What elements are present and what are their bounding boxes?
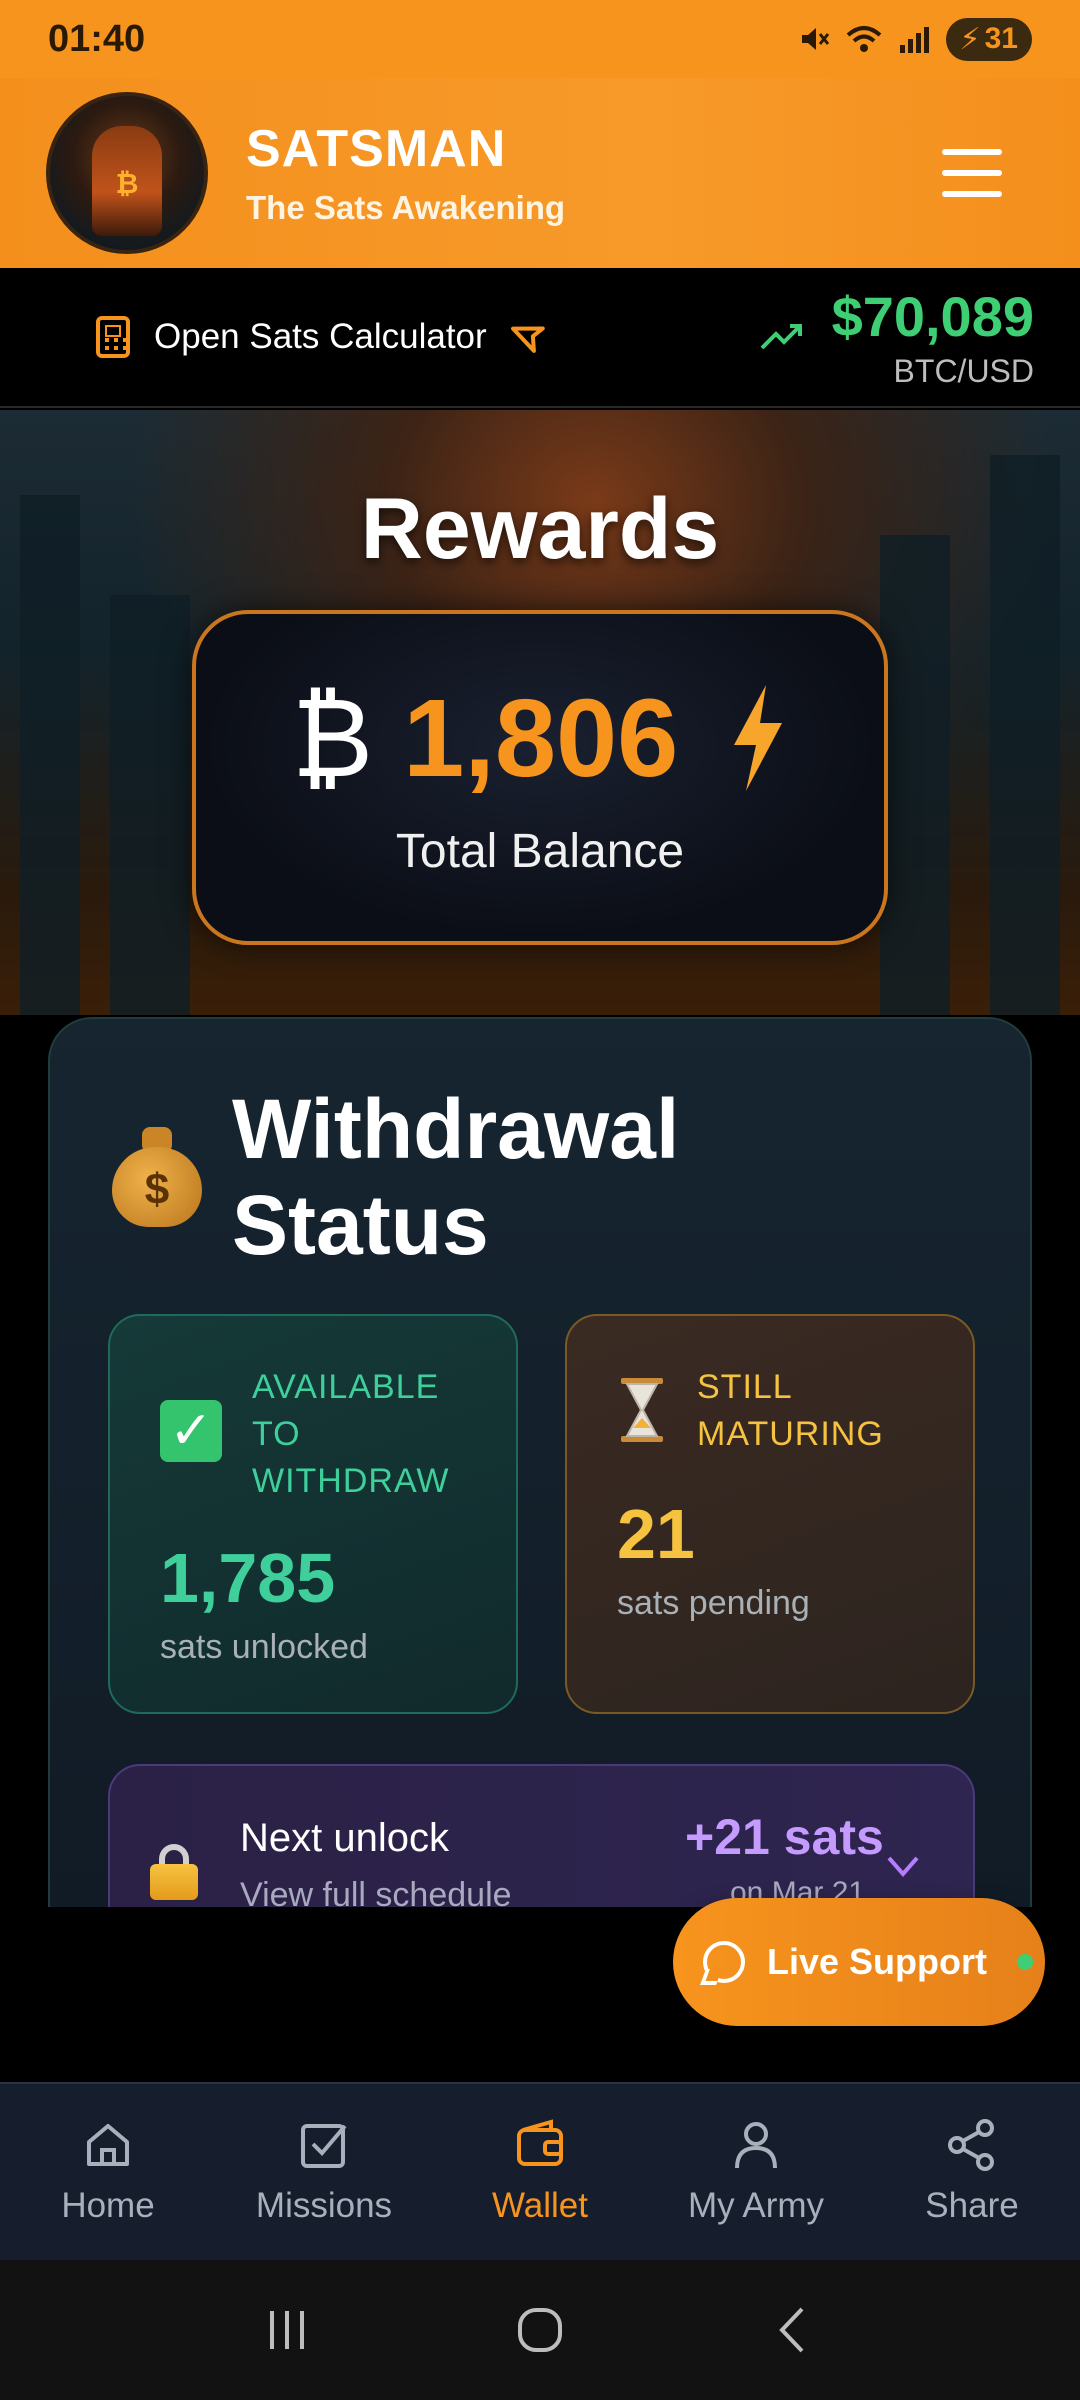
- menu-line: [942, 191, 1002, 197]
- calculator-icon: [96, 316, 130, 358]
- brand: SATSMAN The Sats Awakening: [246, 119, 565, 227]
- nav-share-label: Share: [925, 2186, 1019, 2225]
- app-subtitle: The Sats Awakening: [246, 189, 566, 226]
- nav-home[interactable]: Home: [8, 2118, 208, 2226]
- signal-icon: [899, 27, 929, 53]
- back-button[interactable]: [753, 2300, 833, 2360]
- status-time: 01:40: [48, 17, 146, 60]
- avatar[interactable]: ₿: [46, 92, 208, 254]
- back-chevron-icon: [779, 2307, 804, 2353]
- bitcoin-symbol: ₿: [291, 674, 374, 802]
- view-schedule-link[interactable]: View full schedule: [240, 1876, 512, 1907]
- app-title: SATSMAN: [246, 120, 507, 178]
- bottom-navigation: Home Missions Wallet My Army Share: [0, 2082, 1080, 2260]
- recent-apps-button[interactable]: [247, 2300, 327, 2360]
- total-balance-value: 1,806: [403, 676, 679, 800]
- next-unlock-title: Next unlock: [240, 1816, 449, 1860]
- chat-icon: [703, 1941, 745, 1983]
- money-bag-icon: $: [112, 1127, 202, 1227]
- check-icon: ✓: [160, 1400, 222, 1462]
- battery-charging-icon: ⚡ 31: [945, 17, 1032, 61]
- btc-price-pair: BTC/USD: [893, 353, 1034, 389]
- live-support-button[interactable]: Live Support: [673, 1898, 1045, 2026]
- title-line-2: Status: [232, 1178, 489, 1272]
- mute-icon: [801, 28, 829, 50]
- available-to-withdraw-card[interactable]: ✓ AVAILABLE TO WITHDRAW 1,785 sats unloc…: [108, 1314, 518, 1714]
- live-support-label: Live Support: [767, 1941, 988, 1982]
- system-navigation-bar: [0, 2260, 1080, 2400]
- rewards-title: Rewards: [360, 481, 720, 577]
- next-unlock-amount: +21 sats: [685, 1809, 884, 1865]
- online-status-dot: [1017, 1954, 1034, 1970]
- open-sats-calculator-button[interactable]: Open Sats Calculator: [96, 316, 551, 358]
- menu-line: [942, 149, 1002, 155]
- available-title: AVAILABLE TO WITHDRAW: [252, 1368, 450, 1500]
- withdrawal-status-panel: $ Withdrawal Status ✓ AVAILABLE TO WITHD…: [48, 1017, 1032, 1907]
- hamburger-menu-icon[interactable]: [942, 149, 1002, 197]
- wifi-icon: [846, 26, 881, 52]
- nav-share[interactable]: Share: [872, 2118, 1072, 2226]
- home-system-button[interactable]: [500, 2300, 580, 2360]
- nav-home-label: Home: [61, 2186, 155, 2225]
- btc-price: $70,089 BTC/USD: [760, 284, 1034, 390]
- withdrawal-status-title: Withdrawal Status: [232, 1081, 679, 1273]
- total-balance-card: ₿ 1,806 Total Balance: [192, 610, 888, 945]
- status-bar: 01:40 ⚡ 31: [0, 0, 1080, 78]
- calculator-label: Open Sats Calculator: [154, 317, 487, 356]
- price-bar: Open Sats Calculator $70,089 BTC/USD: [0, 268, 1080, 408]
- nav-my-army[interactable]: My Army: [656, 2118, 856, 2226]
- user-icon: [735, 2122, 777, 2169]
- btc-price-value: $70,089: [831, 285, 1034, 348]
- next-unlock-row[interactable]: Next unlock View full schedule +21 sats …: [108, 1764, 975, 1907]
- trending-up-icon: [760, 324, 802, 350]
- battery-level: 31: [984, 22, 1018, 55]
- share-icon: [948, 2119, 994, 2171]
- maturing-title: STILL MATURING: [697, 1368, 884, 1453]
- menu-line: [942, 170, 1002, 176]
- nav-missions-label: Missions: [255, 2186, 393, 2225]
- bitcoin-emblem-icon: ₿: [115, 168, 139, 199]
- checkbox-icon: [301, 2124, 347, 2168]
- nav-my-army-label: My Army: [687, 2186, 825, 2225]
- hourglass-icon: [621, 1378, 663, 1442]
- available-value: 1,785: [160, 1539, 336, 1617]
- chevron-down-icon[interactable]: [885, 1848, 921, 1884]
- title-line-1: Withdrawal: [232, 1082, 680, 1176]
- available-sub: sats unlocked: [160, 1628, 368, 1666]
- lightning-icon: [734, 685, 783, 791]
- rewards-hero: Rewards ₿ 1,806 Total Balance: [0, 410, 1080, 1015]
- home-circle-icon: [517, 2308, 562, 2352]
- maturing-value: 21: [617, 1495, 695, 1573]
- nav-wallet[interactable]: Wallet: [440, 2118, 640, 2226]
- lock-icon: [150, 1844, 198, 1900]
- still-maturing-card[interactable]: STILL MATURING 21 sats pending: [565, 1314, 975, 1714]
- city-silhouette: [110, 595, 190, 1015]
- nav-wallet-label: Wallet: [492, 2186, 588, 2225]
- recent-apps-icon: [269, 2311, 304, 2349]
- maturing-sub: sats pending: [617, 1584, 810, 1622]
- nav-missions[interactable]: Missions: [224, 2118, 424, 2226]
- home-icon: [87, 2124, 129, 2166]
- city-silhouette: [880, 535, 950, 1015]
- app-header: ₿ SATSMAN The Sats Awakening: [0, 78, 1080, 268]
- wallet-icon: [517, 2119, 563, 2166]
- total-balance-label: Total Balance: [395, 825, 685, 878]
- status-icons: ⚡ 31: [798, 17, 1032, 61]
- cursor-pointer-icon: [510, 326, 545, 353]
